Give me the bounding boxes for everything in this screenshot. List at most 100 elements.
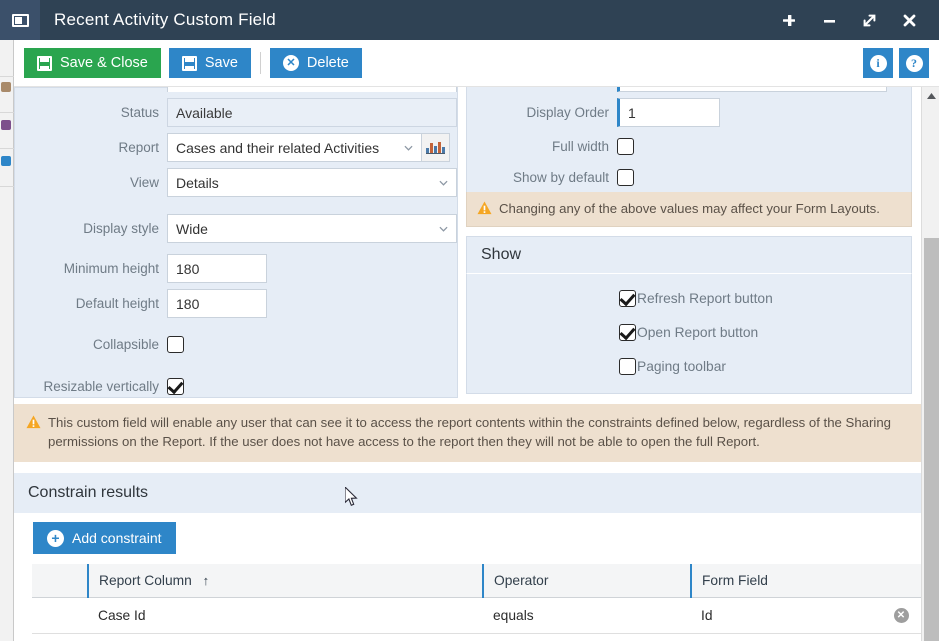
minimum-height-label: Minimum height (63, 261, 159, 276)
th-row-number (32, 564, 88, 599)
background-window-edge (0, 38, 14, 641)
field-row-positioning: Positioning Main (467, 87, 911, 92)
view-label: View (129, 175, 159, 190)
clipped-field-above (167, 87, 457, 92)
view-select[interactable]: Details (167, 168, 457, 197)
cell-actions: ✕ (881, 597, 921, 635)
minimize-icon[interactable] (819, 10, 839, 30)
refresh-report-label: Refresh Report button (637, 291, 773, 307)
field-row-minimum-height: Minimum height 180 (15, 254, 457, 283)
scroll-up-arrow-icon[interactable] (922, 87, 939, 104)
show-section-header: Show (466, 236, 912, 275)
add-constraint-button[interactable]: + Add constraint (33, 522, 176, 555)
report-select-value: Cases and their related Activities (176, 139, 380, 156)
show-by-default-checkbox[interactable] (617, 169, 634, 186)
add-constraint-bar: + Add constraint (14, 513, 921, 565)
window-controls (779, 10, 939, 30)
display-style-label: Display style (83, 221, 159, 236)
chevron-down-icon (439, 226, 448, 232)
display-style-select[interactable]: Wide (167, 214, 457, 243)
default-height-label: Default height (75, 296, 159, 311)
th-report-column-label: Report Column (99, 573, 192, 589)
th-operator[interactable]: Operator (482, 564, 691, 599)
cell-operator[interactable]: equals (483, 597, 691, 635)
show-option-paging-toolbar[interactable]: Paging toolbar (619, 358, 911, 376)
field-row-status: Status Available (15, 98, 457, 127)
display-style-select-value: Wide (176, 220, 208, 237)
field-row-default-height: Default height 180 (15, 289, 457, 318)
toolbar-divider (259, 52, 261, 74)
layout-settings-panel: Positioning Main Display Order 1 Full wi… (466, 87, 912, 395)
help-question-icon: ? (905, 54, 923, 72)
plus-circle-icon: + (47, 529, 64, 547)
resizable-vertically-label: Resizable vertically (43, 379, 159, 394)
collapsible-checkbox[interactable] (167, 336, 184, 353)
full-width-checkbox[interactable] (617, 138, 634, 155)
cell-report-column[interactable]: Case Id (88, 597, 483, 635)
positioning-select[interactable]: Main (617, 87, 887, 92)
delete-circle-x-icon: ✕ (282, 55, 299, 71)
chevron-down-icon (404, 145, 413, 151)
cell-row-number (32, 597, 88, 635)
paging-toolbar-checkbox[interactable] (619, 358, 636, 376)
th-report-column[interactable]: Report Column ↑ (87, 564, 483, 599)
sharing-warning-text: This custom field will enable any user t… (48, 415, 891, 450)
warning-triangle-icon (477, 201, 492, 215)
show-section-body: Refresh Report button Open Report button… (466, 274, 912, 395)
status-label: Status (120, 105, 159, 120)
add-new-row-hint[interactable]: Double click here to add a new row (14, 634, 921, 641)
delete-row-icon[interactable]: ✕ (893, 608, 909, 624)
minimum-height-input[interactable]: 180 (167, 254, 267, 283)
vertical-scrollbar[interactable] (921, 87, 939, 641)
layout-warning-text: Changing any of the above values may aff… (499, 201, 880, 216)
pin-icon[interactable] (779, 10, 799, 30)
show-option-open-report[interactable]: Open Report button (619, 324, 911, 342)
chevron-down-icon (439, 180, 448, 186)
show-option-refresh-report[interactable]: Refresh Report button (619, 290, 911, 308)
maximize-icon[interactable] (859, 10, 879, 30)
help-button[interactable]: ? (899, 48, 929, 78)
delete-label: Delete (306, 55, 349, 71)
report-label: Report (118, 140, 159, 155)
display-order-input[interactable]: 1 (617, 98, 720, 127)
display-settings-panel: Status Available Report Cases and their … (14, 87, 458, 398)
close-icon[interactable] (899, 10, 919, 30)
toolbar: Save & Close Save ✕ Delete i ? (14, 40, 939, 87)
bar-chart-icon (426, 141, 445, 154)
resizable-vertically-checkbox[interactable] (167, 378, 184, 395)
field-row-resizable-vertically: Resizable vertically (15, 378, 457, 395)
settings-panels: Status Available Report Cases and their … (14, 87, 921, 403)
show-by-default-label: Show by default (512, 170, 609, 185)
info-button[interactable]: i (863, 48, 893, 78)
table-row[interactable]: Case Id equals Id ✕ (32, 597, 921, 635)
window-title: Recent Activity Custom Field (54, 10, 276, 29)
refresh-report-checkbox[interactable] (619, 290, 636, 308)
save-disk-icon (37, 55, 52, 71)
save-and-close-button[interactable]: Save & Close (24, 48, 161, 78)
field-row-collapsible: Collapsible (15, 336, 457, 353)
form-content: Status Available Report Cases and their … (14, 87, 921, 641)
save-disk-icon (181, 55, 197, 71)
constraints-table: Report Column ↑ Operator Form Field Case… (32, 564, 921, 635)
constrain-results-header: Constrain results (14, 472, 921, 514)
table-header-row: Report Column ↑ Operator Form Field (32, 564, 921, 599)
default-height-input[interactable]: 180 (167, 289, 267, 318)
window-icon (0, 0, 40, 40)
sort-ascending-icon: ↑ (202, 573, 210, 589)
th-form-field[interactable]: Form Field (690, 564, 881, 599)
delete-button[interactable]: ✕ Delete (269, 48, 362, 78)
view-select-value: Details (176, 174, 219, 191)
layout-fields-group: Positioning Main Display Order 1 Full wi… (466, 87, 912, 192)
open-report-checkbox[interactable] (619, 324, 636, 342)
th-actions (881, 564, 921, 599)
open-report-chart-button[interactable] (422, 133, 450, 162)
report-select[interactable]: Cases and their related Activities (167, 133, 422, 162)
sharing-warning-banner: This custom field will enable any user t… (14, 404, 921, 463)
cell-form-field[interactable]: Id (691, 597, 881, 635)
save-and-close-label: Save & Close (60, 55, 148, 71)
paging-toolbar-label: Paging toolbar (637, 359, 726, 375)
scrollbar-thumb[interactable] (924, 238, 939, 641)
collapsible-label: Collapsible (92, 337, 159, 352)
save-button[interactable]: Save (168, 48, 251, 78)
title-bar: Recent Activity Custom Field (0, 0, 939, 40)
